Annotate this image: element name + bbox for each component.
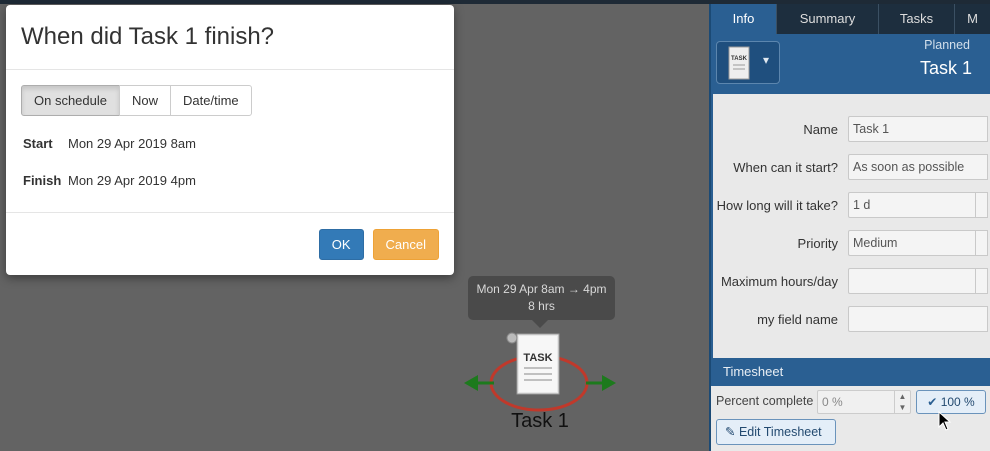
task-tooltip: Mon 29 Apr 8am → 4pm 8 hrs bbox=[468, 276, 615, 328]
max-hours-label: Maximum hours/day bbox=[720, 273, 838, 289]
timesheet-header[interactable]: Timesheet bbox=[711, 358, 990, 386]
priority-select[interactable]: Medium bbox=[848, 230, 988, 256]
field-row-max-hours: Maximum hours/day bbox=[713, 262, 990, 300]
field-row-priority: Priority Medium bbox=[713, 224, 990, 262]
tab-info[interactable]: Info bbox=[711, 4, 777, 34]
tab-more[interactable]: M bbox=[955, 4, 990, 34]
percent-complete-value: 0 % bbox=[822, 395, 843, 409]
duration-label: How long will it take? bbox=[716, 197, 838, 213]
tab-summary[interactable]: Summary bbox=[777, 4, 879, 34]
task-icon-text: TASK bbox=[523, 352, 552, 364]
left-arrow-icon bbox=[464, 375, 494, 391]
date-time-button[interactable]: Date/time bbox=[170, 85, 252, 116]
chevron-down-icon: ▾ bbox=[763, 53, 770, 67]
priority-label: Priority bbox=[797, 235, 838, 251]
start-constraint-label: When can it start? bbox=[733, 159, 838, 175]
panel-header: TASK ▾ Planned Task 1 bbox=[711, 34, 990, 94]
finish-dialog: When did Task 1 finish? On schedule Now … bbox=[6, 5, 454, 275]
on-schedule-button[interactable]: On schedule bbox=[21, 85, 120, 116]
field-row-duration: How long will it take? 1 d bbox=[713, 186, 990, 224]
dialog-title: When did Task 1 finish? bbox=[21, 23, 275, 50]
task-type-icon: TASK bbox=[728, 46, 750, 80]
task-icon: TASK bbox=[506, 332, 560, 395]
now-button[interactable]: Now bbox=[119, 85, 172, 116]
ok-button[interactable]: OK bbox=[318, 229, 364, 260]
svg-text:TASK: TASK bbox=[731, 56, 748, 62]
dialog-header: When did Task 1 finish? bbox=[6, 5, 454, 70]
dialog-body: On schedule Now Date/time Start Mon 29 A… bbox=[6, 70, 454, 213]
task-status: Planned bbox=[924, 38, 970, 52]
custom-field-label: my field name bbox=[757, 311, 838, 327]
finish-row: Finish Mon 29 Apr 2019 4pm bbox=[21, 173, 439, 188]
task-info-panel: Info Summary Tasks M TASK ▾ Planned Task… bbox=[709, 4, 990, 451]
name-label: Name bbox=[803, 121, 838, 137]
panel-tabs: Info Summary Tasks M bbox=[711, 4, 990, 34]
cancel-button[interactable]: Cancel bbox=[372, 229, 439, 260]
edit-timesheet-label: Edit Timesheet bbox=[738, 425, 822, 439]
field-row-start: When can it start? As soon as possible bbox=[713, 148, 990, 186]
finish-value: Mon 29 Apr 2019 4pm bbox=[68, 173, 196, 188]
duration-value: 1 d bbox=[853, 198, 871, 212]
start-row: Start Mon 29 Apr 2019 8am bbox=[21, 136, 439, 151]
priority-dropdown-toggle[interactable] bbox=[975, 230, 987, 256]
panel-title: Task 1 bbox=[919, 58, 972, 78]
mouse-cursor-icon bbox=[938, 411, 952, 431]
field-row-name: Name Task 1 bbox=[713, 110, 990, 148]
edit-icon: ✎ bbox=[725, 425, 736, 439]
finish-label: Finish bbox=[23, 173, 62, 188]
task-node-label[interactable]: Task 1 bbox=[480, 410, 600, 433]
tooltip-duration: 8 hrs bbox=[528, 299, 555, 313]
percent-spinner[interactable]: ▲ ▼ bbox=[894, 391, 910, 413]
name-field[interactable]: Task 1 bbox=[848, 116, 988, 142]
percent-complete-field[interactable]: 0 % ▲ ▼ bbox=[817, 390, 911, 414]
finish-mode-group: On schedule Now Date/time bbox=[21, 85, 439, 116]
percent-complete-label: Percent complete bbox=[716, 394, 814, 408]
max-hours-spinner[interactable] bbox=[975, 268, 987, 294]
custom-field[interactable] bbox=[848, 306, 988, 332]
field-row-custom: my field name bbox=[713, 300, 990, 338]
priority-value: Medium bbox=[853, 236, 898, 250]
tooltip-dates: Mon 29 Apr 8am → 4pm bbox=[476, 282, 607, 296]
max-hours-field[interactable] bbox=[848, 268, 988, 294]
duration-spinner[interactable] bbox=[975, 192, 987, 218]
complete-100-label: 100 % bbox=[940, 395, 975, 409]
start-constraint-select[interactable]: As soon as possible bbox=[848, 154, 988, 180]
dialog-footer: OK Cancel bbox=[6, 213, 454, 276]
start-label: Start bbox=[23, 136, 53, 151]
duration-field[interactable]: 1 d bbox=[848, 192, 988, 218]
right-arrow-icon bbox=[586, 375, 616, 391]
task-form: Name Task 1 When can it start? As soon a… bbox=[711, 94, 990, 358]
edit-timesheet-button[interactable]: ✎ Edit Timesheet bbox=[716, 419, 836, 445]
tab-tasks[interactable]: Tasks bbox=[879, 4, 955, 34]
start-value: Mon 29 Apr 2019 8am bbox=[68, 136, 196, 151]
check-icon: ✔ bbox=[927, 395, 938, 409]
task-type-dropdown[interactable]: TASK ▾ bbox=[716, 41, 780, 84]
